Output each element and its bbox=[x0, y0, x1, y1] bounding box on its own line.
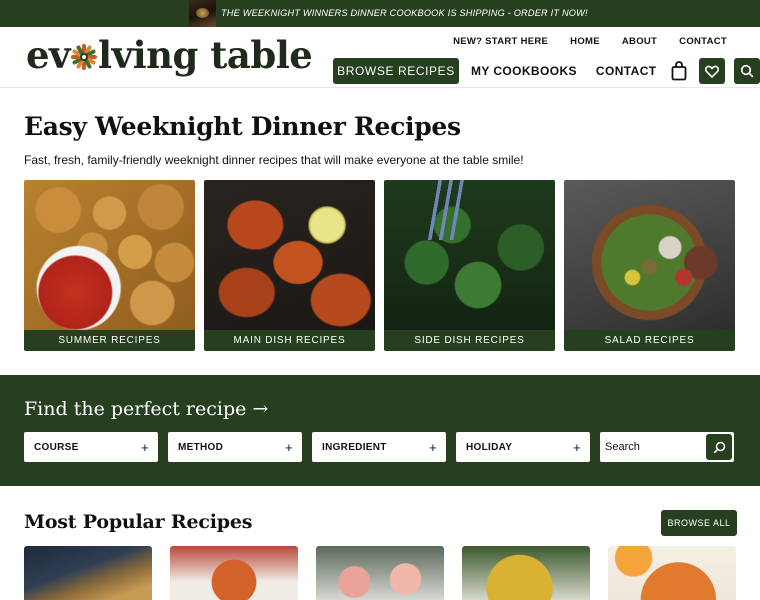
shopping-bag-icon[interactable] bbox=[671, 61, 687, 81]
category-card-label: SUMMER RECIPES bbox=[24, 330, 195, 351]
search-icon bbox=[713, 441, 725, 453]
summer-recipes-image bbox=[24, 180, 195, 330]
recipe-search-input[interactable] bbox=[605, 441, 701, 453]
site-logo[interactable]: ev lving table bbox=[26, 33, 313, 77]
filter-label: METHOD bbox=[178, 441, 224, 453]
salad-recipes-image bbox=[564, 180, 735, 330]
header-search-button[interactable] bbox=[733, 58, 760, 84]
search-icon bbox=[740, 64, 753, 78]
popular-recipe-image[interactable] bbox=[462, 546, 590, 600]
favorites-button[interactable] bbox=[698, 58, 725, 84]
popular-recipe-image[interactable] bbox=[608, 546, 736, 600]
main-dish-recipes-image bbox=[204, 180, 375, 330]
logo-text-left: ev bbox=[26, 33, 71, 77]
category-card-label: SALAD RECIPES bbox=[564, 330, 735, 351]
nav-about[interactable]: ABOUT bbox=[622, 36, 657, 47]
browse-all-button[interactable]: BROWSE ALL bbox=[661, 510, 737, 536]
category-card-label: MAIN DISH RECIPES bbox=[204, 330, 375, 351]
filter-label: INGREDIENT bbox=[322, 441, 387, 453]
promo-text[interactable]: THE WEEKNIGHT WINNERS DINNER COOKBOOK IS… bbox=[221, 8, 588, 18]
logo-text-right: lving table bbox=[98, 33, 313, 77]
nav-start-here[interactable]: NEW? START HERE bbox=[453, 36, 548, 47]
category-card-summer[interactable]: SUMMER RECIPES bbox=[24, 180, 195, 351]
nav-contact-top[interactable]: CONTACT bbox=[679, 36, 727, 47]
category-card-salad[interactable]: SALAD RECIPES bbox=[564, 180, 735, 351]
category-card-side-dish[interactable]: SIDE DISH RECIPES bbox=[384, 180, 555, 351]
popular-recipe-image[interactable] bbox=[24, 546, 152, 600]
filter-course[interactable]: COURSE + bbox=[24, 432, 158, 462]
category-card-main-dish[interactable]: MAIN DISH RECIPES bbox=[204, 180, 375, 351]
cookbook-thumbnail bbox=[189, 0, 216, 27]
filter-ingredient[interactable]: INGREDIENT + bbox=[312, 432, 446, 462]
browse-recipes-button[interactable]: BROWSE RECIPES bbox=[333, 58, 459, 84]
category-cards: SUMMER RECIPES MAIN DISH RECIPES SIDE DI… bbox=[24, 180, 737, 351]
filter-method[interactable]: METHOD + bbox=[168, 432, 302, 462]
finder-title[interactable]: Find the perfect recipe → bbox=[24, 398, 268, 420]
filter-label: HOLIDAY bbox=[466, 441, 513, 453]
nav-contact[interactable]: CONTACT bbox=[596, 64, 657, 78]
plus-icon: + bbox=[141, 439, 149, 455]
filter-holiday[interactable]: HOLIDAY + bbox=[456, 432, 590, 462]
plus-icon: + bbox=[429, 439, 437, 455]
recipe-finder: Find the perfect recipe → COURSE + METHOD… bbox=[0, 375, 760, 486]
popular-recipe-image[interactable] bbox=[170, 546, 298, 600]
recipe-search-box bbox=[600, 432, 734, 462]
main-nav: BROWSE RECIPES MY COOKBOOKS CONTACT bbox=[333, 58, 760, 84]
page-title: Easy Weeknight Dinner Recipes bbox=[24, 112, 461, 141]
plus-icon: + bbox=[573, 439, 581, 455]
popular-recipe-image[interactable] bbox=[316, 546, 444, 600]
promo-banner[interactable]: THE WEEKNIGHT WINNERS DINNER COOKBOOK IS… bbox=[0, 0, 760, 27]
side-dish-recipes-image bbox=[384, 180, 555, 330]
site-header: ev lving table NEW? START HERE HOME ABOU… bbox=[0, 27, 760, 88]
filter-row: COURSE + METHOD + INGREDIENT + HOLIDAY + bbox=[24, 432, 734, 462]
logo-flower-icon bbox=[71, 44, 98, 70]
heart-icon bbox=[704, 65, 719, 78]
popular-title: Most Popular Recipes bbox=[24, 511, 253, 533]
nav-home[interactable]: HOME bbox=[570, 36, 600, 47]
popular-recipes-row bbox=[24, 546, 736, 600]
recipe-search-submit[interactable] bbox=[706, 434, 732, 460]
filter-label: COURSE bbox=[34, 441, 79, 453]
nav-my-cookbooks[interactable]: MY COOKBOOKS bbox=[471, 64, 577, 78]
category-card-label: SIDE DISH RECIPES bbox=[384, 330, 555, 351]
page-subtitle: Fast, fresh, family-friendly weeknight d… bbox=[24, 153, 524, 167]
plus-icon: + bbox=[285, 439, 293, 455]
utility-nav: NEW? START HERE HOME ABOUT CONTACT bbox=[453, 36, 727, 47]
